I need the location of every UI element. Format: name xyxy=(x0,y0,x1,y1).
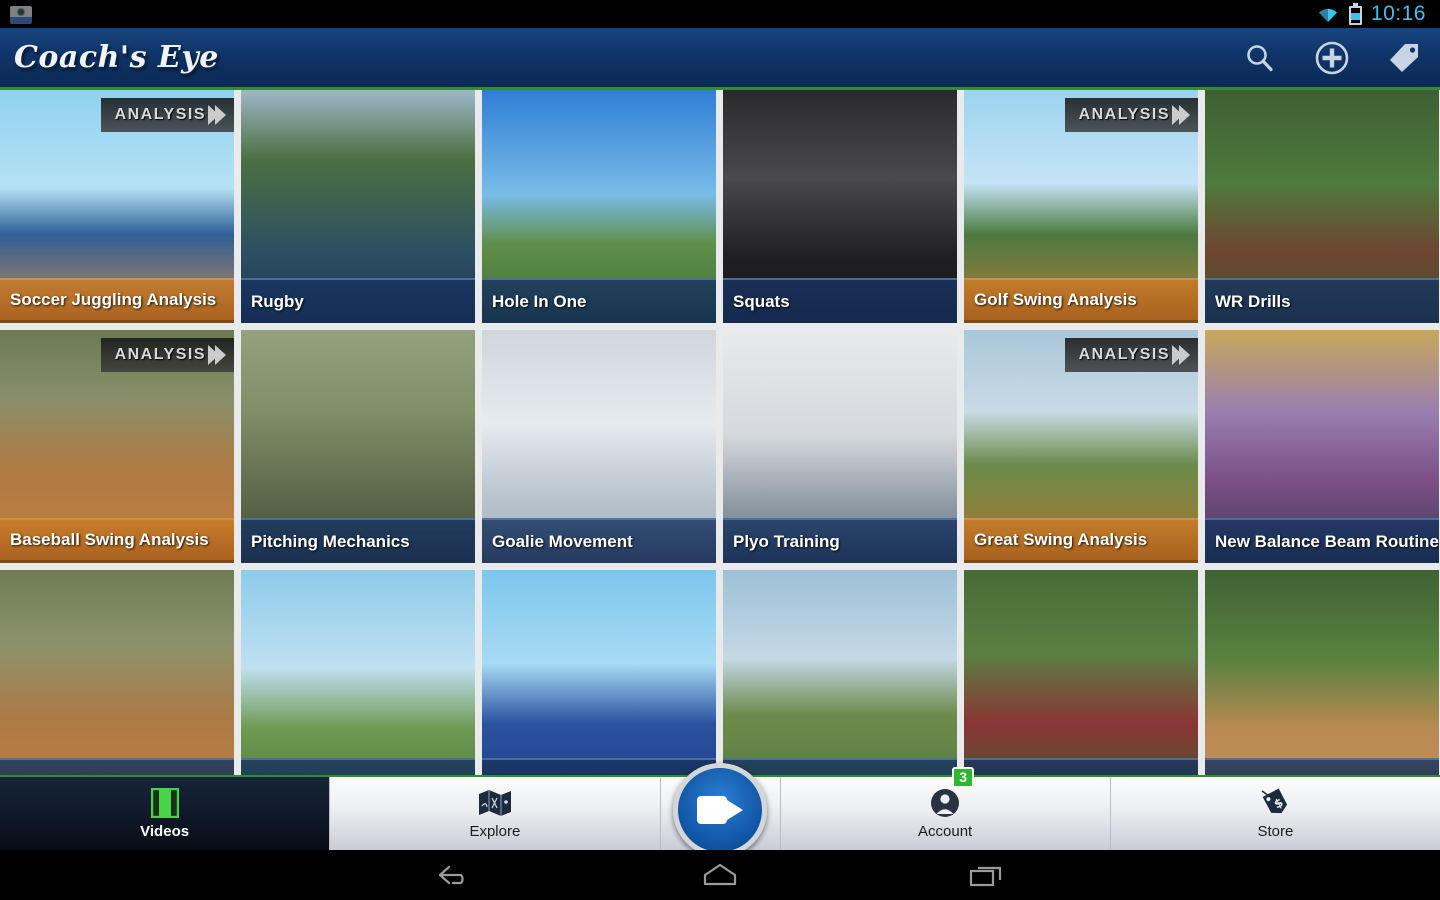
camera-icon xyxy=(8,3,34,25)
price-tag-icon: $ xyxy=(1259,788,1291,818)
status-bar: 10:16 xyxy=(0,0,1440,28)
video-title: Home Run xyxy=(1205,758,1439,775)
action-bar-buttons xyxy=(1224,27,1440,89)
video-thumbnail xyxy=(723,570,957,775)
video-grid[interactable]: ANALYSIS Soccer Juggling Analysis Rugby Hol… xyxy=(0,90,1440,775)
android-back-button[interactable] xyxy=(426,858,482,892)
double-chevron-icon xyxy=(1172,105,1190,125)
video-thumbnail xyxy=(964,570,1198,775)
video-tile[interactable]: Pitching Mechanics xyxy=(241,330,475,563)
person-icon: 3 xyxy=(930,766,975,818)
video-tile[interactable]: Rugby xyxy=(241,90,475,323)
add-icon[interactable] xyxy=(1296,27,1368,89)
video-tile[interactable]: ANALYSIS Golf Swing Analysis xyxy=(964,90,1198,323)
video-tile[interactable]: ANALYSIS Great Swing Analysis xyxy=(964,330,1198,563)
map-icon xyxy=(478,788,512,818)
video-tile[interactable]: ANALYSIS Soccer Juggling Analysis xyxy=(0,90,234,323)
account-badge: 3 xyxy=(952,766,975,788)
video-tile[interactable]: ANALYSIS Baseball Swing Analysis xyxy=(0,330,234,563)
video-tile[interactable]: WR Drills xyxy=(1205,90,1439,323)
video-title: Great Swing Analysis xyxy=(964,518,1198,563)
search-icon[interactable] xyxy=(1224,27,1296,89)
video-grid-row: ANALYSIS Baseball Swing Analysis Pitching … xyxy=(0,330,1440,570)
video-thumbnail xyxy=(1205,570,1439,775)
tab-store-label: Store xyxy=(1257,823,1294,840)
action-bar: Coach's Eye xyxy=(0,28,1440,90)
video-tile[interactable]: Goalie Movement xyxy=(482,330,716,563)
android-nav-bar xyxy=(0,850,1440,900)
double-chevron-icon xyxy=(208,105,226,125)
android-recents-button[interactable] xyxy=(958,858,1014,892)
video-title: Soccer Juggling xyxy=(482,758,716,775)
video-tile[interactable]: Baseball Swing xyxy=(0,570,234,775)
video-title: Rugby xyxy=(241,278,475,323)
analysis-badge: ANALYSIS xyxy=(1064,338,1198,372)
tab-explore-label: Explore xyxy=(469,823,521,840)
tab-account[interactable]: 3 Account xyxy=(780,766,1111,850)
tab-store[interactable]: $ Store xyxy=(1110,777,1440,850)
video-thumbnail xyxy=(0,570,234,775)
video-tile[interactable]: Home Run xyxy=(1205,570,1439,775)
tag-icon[interactable] xyxy=(1368,27,1440,89)
film-strip-icon xyxy=(150,788,179,818)
video-title: Hole In One xyxy=(482,278,716,323)
video-title: Plyo Training xyxy=(723,518,957,563)
video-tile[interactable]: New Balance Beam Routine xyxy=(1205,330,1439,563)
video-title: Great Swing xyxy=(723,758,957,775)
video-title: Football Practice xyxy=(964,758,1198,775)
video-title: Goalie Movement xyxy=(482,518,716,563)
tab-account-label: Account xyxy=(918,823,973,840)
analysis-badge-label: ANALYSIS xyxy=(1078,346,1170,363)
video-grid-row: ANALYSIS Soccer Juggling Analysis Rugby Hol… xyxy=(0,90,1440,330)
tab-videos[interactable]: Videos xyxy=(0,777,331,850)
app-title: Coach's Eye xyxy=(14,40,219,75)
video-tile[interactable]: Soccer Juggling xyxy=(482,570,716,775)
analysis-badge-label: ANALYSIS xyxy=(1078,106,1170,123)
analysis-badge-label: ANALYSIS xyxy=(114,106,206,123)
wifi-icon xyxy=(1316,5,1340,23)
status-clock: 10:16 xyxy=(1370,2,1426,25)
tab-videos-label: Videos xyxy=(140,823,190,840)
android-home-button[interactable] xyxy=(692,858,748,892)
video-tile[interactable]: Plyo Training xyxy=(723,330,957,563)
video-title: Pitching Mechanics xyxy=(241,518,475,563)
video-tile[interactable]: Great Swing xyxy=(723,570,957,775)
video-tile[interactable]: Hole In One xyxy=(482,90,716,323)
battery-icon xyxy=(1348,3,1362,25)
video-title: Baseball Swing xyxy=(0,758,234,775)
video-title: WR Drills xyxy=(1205,278,1439,323)
video-title: Golf Swing xyxy=(241,758,475,775)
video-title: Golf Swing Analysis xyxy=(964,278,1198,323)
analysis-badge-label: ANALYSIS xyxy=(114,346,206,363)
video-camera-icon xyxy=(697,796,743,824)
video-thumbnail xyxy=(241,570,475,775)
double-chevron-icon xyxy=(208,345,226,365)
tab-explore[interactable]: Explore xyxy=(330,777,661,850)
record-video-button[interactable] xyxy=(673,763,767,857)
video-title: New Balance Beam Routine xyxy=(1205,518,1439,563)
video-tile[interactable]: Squats xyxy=(723,90,957,323)
video-title: Squats xyxy=(723,278,957,323)
analysis-badge: ANALYSIS xyxy=(1064,98,1198,132)
analysis-badge: ANALYSIS xyxy=(100,98,234,132)
video-title: Baseball Swing Analysis xyxy=(0,518,234,563)
double-chevron-icon xyxy=(1172,345,1190,365)
video-grid-row: Baseball Swing Golf Swing Soccer Juggling G… xyxy=(0,570,1440,775)
video-tile[interactable]: Football Practice xyxy=(964,570,1198,775)
video-thumbnail xyxy=(482,570,716,775)
video-tile[interactable]: Golf Swing xyxy=(241,570,475,775)
analysis-badge: ANALYSIS xyxy=(100,338,234,372)
video-title: Soccer Juggling Analysis xyxy=(0,278,234,323)
